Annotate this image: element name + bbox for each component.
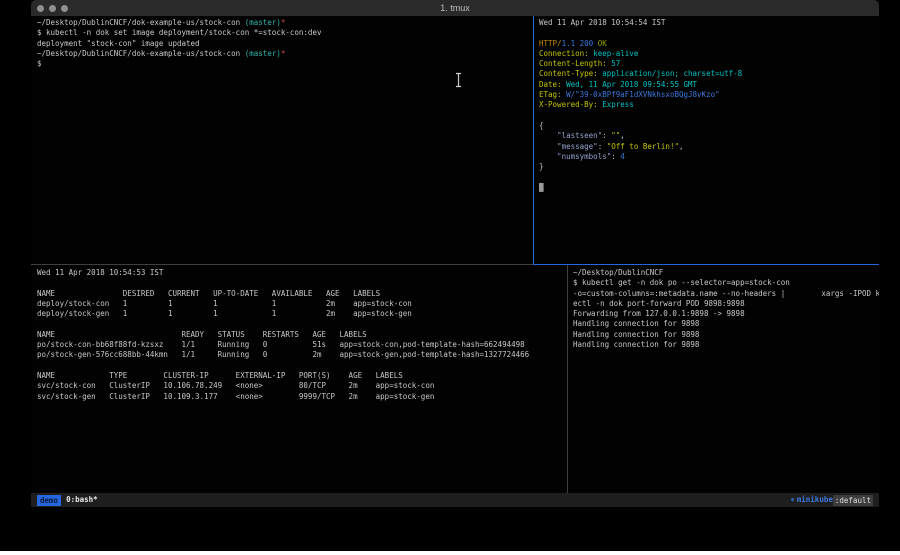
minimize-button[interactable] <box>49 5 56 12</box>
pane-border-active-horizontal[interactable] <box>533 264 879 265</box>
tmux-status-bar: demo 0:bash* ⎈ minikube :default <box>31 493 879 507</box>
terminal-line: po/stock-con-bb68f88fd-kzsxz 1/1 Running… <box>37 340 565 350</box>
kube-namespace: :default <box>833 495 873 506</box>
terminal-line: Handling connection for 9898 <box>573 330 879 340</box>
terminal-line: } <box>539 162 877 172</box>
terminal-line: NAME READY STATUS RESTARTS AGE LABELS <box>37 330 565 340</box>
terminal-line: ETag: W/"39-0xBPf9aF1dXVNkhsxoBQgJ8vKzo" <box>539 90 877 100</box>
terminal-line: $ kubectl get -n dok po --selector=app=s… <box>573 278 879 288</box>
window-item-bash[interactable]: 0:bash* <box>66 493 98 507</box>
terminal-line: { <box>539 121 877 131</box>
terminal-line: po/stock-gen-576cc688bb-44kmn 1/1 Runnin… <box>37 350 565 360</box>
terminal-line: svc/stock-gen ClusterIP 10.109.3.177 <no… <box>37 392 565 402</box>
terminal-line: Handling connection for 9898 <box>573 319 879 329</box>
terminal-line: ~/Desktop/DublinCNCF/dok-example-us/stoc… <box>37 49 531 59</box>
zoom-button[interactable] <box>61 5 68 12</box>
terminal-line: ~/Desktop/DublinCNCF <box>573 268 879 278</box>
window-titlebar: 1. tmux <box>31 0 879 16</box>
terminal-line <box>539 172 877 182</box>
bottom-white-strip <box>0 551 900 555</box>
terminal-line: Wed 11 Apr 2018 10:54:53 IST <box>37 268 565 278</box>
terminal-line: Forwarding from 127.0.0.1:9898 -> 9898 <box>573 309 879 319</box>
terminal-line: HTTP/1.1 200 OK <box>539 39 877 49</box>
terminal-line: ~/Desktop/DublinCNCF/dok-example-us/stoc… <box>37 18 531 28</box>
terminal-line: ectl -n dok port-forward POD 9898:9898 <box>573 299 879 309</box>
terminal-line: █ <box>539 183 877 193</box>
terminal-line: "numsymbols": 4 <box>539 152 877 162</box>
terminal-line <box>539 111 877 121</box>
terminal-line: NAME TYPE CLUSTER-IP EXTERNAL-IP PORT(S)… <box>37 371 565 381</box>
terminal-line: Connection: keep-alive <box>539 49 877 59</box>
pane-border-horizontal[interactable] <box>31 264 533 265</box>
terminal-line <box>37 361 565 371</box>
terminal-line: Wed 11 Apr 2018 10:54:54 IST <box>539 18 877 28</box>
terminal-line: X-Powered-By: Express <box>539 100 877 110</box>
terminal-line: $ kubectl -n dok set image deployment/st… <box>37 28 531 38</box>
status-left: demo 0:bash* <box>37 493 98 507</box>
terminal-line: deployment "stock-con" image updated <box>37 39 531 49</box>
terminal-line: Content-Type: application/json; charset=… <box>539 69 877 79</box>
kubernetes-helm-icon: ⎈ <box>790 493 795 507</box>
terminal-line: "message": "Off to Berlin!", <box>539 142 877 152</box>
terminal-line: "lastseen": "", <box>539 131 877 141</box>
pane-shell-top-left[interactable]: ~/Desktop/DublinCNCF/dok-example-us/stoc… <box>37 18 531 264</box>
pane-port-forward[interactable]: ~/Desktop/DublinCNCF$ kubectl get -n dok… <box>573 268 879 492</box>
terminal-line <box>37 278 565 288</box>
pane-border-bottom-vertical[interactable] <box>567 265 568 493</box>
terminal-line: Content-Length: 57 <box>539 59 877 69</box>
terminal-line: Date: Wed, 11 Apr 2018 09:54:55 GMT <box>539 80 877 90</box>
session-name-badge[interactable]: demo <box>37 495 61 506</box>
terminal-line <box>37 319 565 329</box>
terminal-line: Handling connection for 9898 <box>573 340 879 350</box>
pane-http-response[interactable]: Wed 11 Apr 2018 10:54:54 IST HTTP/1.1 20… <box>539 18 877 264</box>
tmux-terminal: ~/Desktop/DublinCNCF/dok-example-us/stoc… <box>31 16 879 493</box>
terminal-line: -o=custom-columns=:metadata.name --no-he… <box>573 289 879 299</box>
status-right: ⎈ minikube :default <box>790 493 873 507</box>
ibeam-mouse-cursor-icon <box>454 72 463 88</box>
close-button[interactable] <box>37 5 44 12</box>
traffic-lights <box>37 5 68 12</box>
terminal-line: deploy/stock-con 1 1 1 1 2m app=stock-co… <box>37 299 565 309</box>
terminal-line: deploy/stock-gen 1 1 1 1 2m app=stock-ge… <box>37 309 565 319</box>
terminal-line: svc/stock-con ClusterIP 10.106.78.249 <n… <box>37 381 565 391</box>
kube-context: minikube <box>797 493 833 507</box>
pane-kubectl-watch[interactable]: Wed 11 Apr 2018 10:54:53 IST NAME DESIRE… <box>37 268 565 492</box>
terminal-line: $ <box>37 59 531 69</box>
terminal-line <box>539 28 877 38</box>
terminal-line: NAME DESIRED CURRENT UP-TO-DATE AVAILABL… <box>37 289 565 299</box>
window-title: 1. tmux <box>31 0 879 16</box>
pane-border-active-vertical[interactable] <box>533 16 534 265</box>
screen: 1. tmux ~/Desktop/DublinCNCF/dok-example… <box>0 0 900 555</box>
terminal-window: 1. tmux ~/Desktop/DublinCNCF/dok-example… <box>31 0 879 507</box>
